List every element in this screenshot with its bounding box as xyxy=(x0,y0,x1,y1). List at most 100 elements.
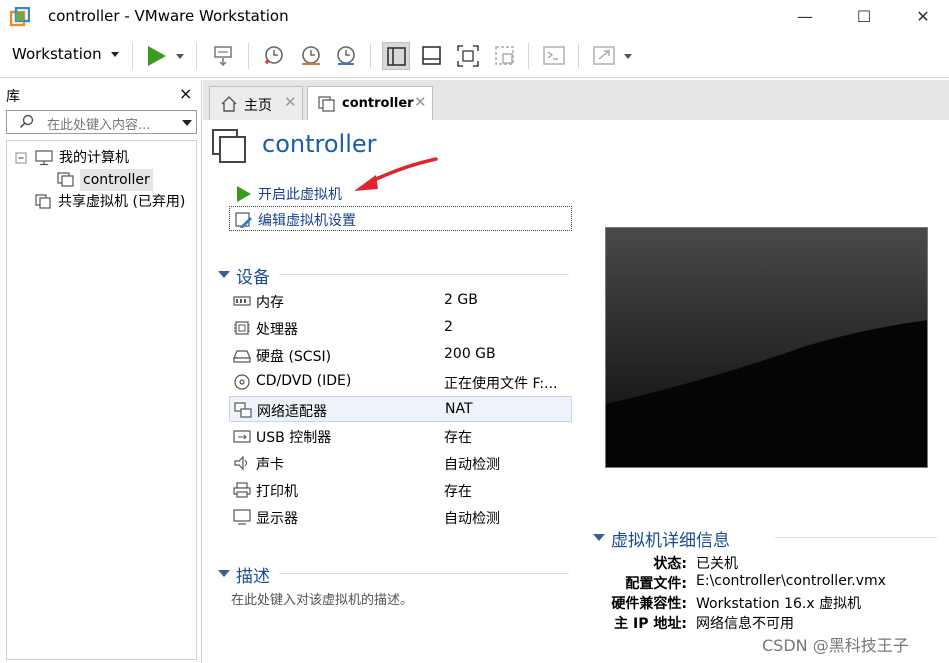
device-name: 声卡 xyxy=(256,457,284,473)
power-on-button[interactable] xyxy=(142,42,170,70)
detail-row-config-file: 配置文件: E:\controller\controller.vmx xyxy=(595,573,935,593)
tree-item-my-computer[interactable]: 我的计算机 xyxy=(15,147,195,169)
collapse-triangle-icon[interactable] xyxy=(218,570,230,577)
annotation-arrow-icon xyxy=(354,157,438,191)
toolbar-divider xyxy=(578,43,579,69)
tree-item-shared-vms[interactable]: 共享虚拟机 (已弃用) xyxy=(35,191,197,213)
device-name: 硬盘 (SCSI) xyxy=(256,349,332,365)
detail-value: 已关机 xyxy=(696,556,738,572)
stretch-icon xyxy=(593,46,615,65)
chevron-down-icon[interactable] xyxy=(182,120,192,126)
vm-icon xyxy=(57,172,74,187)
library-search-input[interactable]: 在此处键入内容... xyxy=(6,110,197,134)
device-name: 显示器 xyxy=(256,511,298,527)
device-name: CD/DVD (IDE) xyxy=(256,373,352,389)
toolbar: Workstation xyxy=(0,34,949,78)
detail-row-hardware-compat: 硬件兼容性: Workstation 16.x 虚拟机 xyxy=(595,593,935,613)
minimize-button[interactable]: — xyxy=(794,6,816,28)
library-close-button[interactable]: × xyxy=(179,84,192,103)
description-placeholder[interactable]: 在此处键入对该虚拟机的描述。 xyxy=(231,589,413,608)
console-icon xyxy=(543,46,565,65)
device-value: 200 GB xyxy=(444,346,496,362)
power-on-label: 开启此虚拟机 xyxy=(258,187,342,203)
section-label: 描述 xyxy=(236,567,270,587)
close-tab-icon[interactable]: ✕ xyxy=(284,93,297,111)
tree-item-label: 共享虚拟机 (已弃用) xyxy=(58,194,186,210)
edit-settings-icon xyxy=(235,212,252,228)
device-row-cd-dvd[interactable]: CD/DVD (IDE) 正在使用文件 F:... xyxy=(229,369,572,395)
chevron-down-icon[interactable] xyxy=(624,54,632,59)
detail-key: 配置文件: xyxy=(625,576,687,592)
tree-item-label: controller xyxy=(80,169,153,191)
window-title: controller - VMware Workstation xyxy=(48,7,289,25)
section-divider xyxy=(279,573,569,574)
collapse-icon[interactable] xyxy=(15,152,27,164)
workstation-menu[interactable]: Workstation xyxy=(12,45,102,63)
detail-row-ip-address: 主 IP 地址: 网络信息不可用 xyxy=(595,613,935,633)
vm-preview-thumbnail[interactable] xyxy=(605,227,928,468)
network-icon xyxy=(234,402,252,418)
printer-icon xyxy=(233,482,251,498)
detail-value: E:\controller\controller.vmx xyxy=(696,573,886,589)
device-value: 存在 xyxy=(444,430,472,446)
play-icon xyxy=(237,186,251,202)
device-row-network[interactable]: 网络适配器 NAT xyxy=(229,396,572,422)
chevron-down-icon[interactable] xyxy=(111,52,119,57)
device-name: 打印机 xyxy=(256,484,298,500)
toolbar-divider xyxy=(370,43,371,69)
collapse-triangle-icon[interactable] xyxy=(593,534,605,541)
console-view-button[interactable] xyxy=(540,42,568,70)
unity-button[interactable] xyxy=(491,42,519,70)
revert-snapshot-button[interactable] xyxy=(297,42,325,70)
unity-icon xyxy=(495,46,514,65)
tree-item-controller[interactable]: controller xyxy=(57,169,197,191)
maximize-button[interactable]: ☐ xyxy=(853,6,875,28)
device-row-hard-disk[interactable]: 硬盘 (SCSI) 200 GB xyxy=(229,342,572,368)
take-snapshot-button[interactable] xyxy=(260,42,288,70)
detail-key: 硬件兼容性: xyxy=(611,596,687,612)
memory-icon xyxy=(233,296,251,306)
vm-summary-panel: controller 开启此虚拟机 编辑虚拟机设置 设备 内存 2 GB 处理器… xyxy=(203,120,949,663)
vm-screen-gloss xyxy=(606,228,927,467)
snapshot-revert-icon xyxy=(302,46,320,65)
vmware-logo-icon xyxy=(10,7,30,27)
send-ctrl-alt-del-button[interactable] xyxy=(210,42,238,70)
show-library-button[interactable] xyxy=(382,42,410,70)
home-icon xyxy=(221,96,237,112)
search-icon xyxy=(19,114,34,129)
sidebar-layout-icon xyxy=(387,47,406,66)
tab-home[interactable]: 主页 ✕ xyxy=(209,86,303,120)
device-value: 正在使用文件 F:... xyxy=(444,376,558,392)
detail-value: Workstation 16.x 虚拟机 xyxy=(696,596,862,612)
device-value: 2 GB xyxy=(444,292,478,308)
vm-large-icon xyxy=(212,129,246,163)
edit-vm-settings-link[interactable]: 编辑虚拟机设置 xyxy=(235,210,415,230)
cd-icon xyxy=(234,374,250,390)
detail-key: 主 IP 地址: xyxy=(614,616,687,632)
chevron-down-icon[interactable] xyxy=(176,54,184,59)
vm-details-section-header[interactable]: 虚拟机详细信息 xyxy=(593,526,793,551)
collapse-triangle-icon[interactable] xyxy=(218,271,230,278)
device-row-usb[interactable]: USB 控制器 存在 xyxy=(229,423,572,449)
show-thumbnail-bar-button[interactable] xyxy=(418,42,446,70)
section-divider xyxy=(279,274,569,275)
vm-icon xyxy=(318,96,335,112)
snapshot-manager-button[interactable] xyxy=(332,42,360,70)
close-button[interactable]: ✕ xyxy=(912,6,934,28)
tab-controller[interactable]: controller ✕ xyxy=(307,86,433,120)
device-name: 内存 xyxy=(256,295,284,311)
device-row-processor[interactable]: 处理器 2 xyxy=(229,315,572,341)
close-tab-icon[interactable]: ✕ xyxy=(414,93,427,111)
toolbar-divider xyxy=(132,43,133,69)
snapshot-clock-icon xyxy=(265,46,283,64)
device-value: NAT xyxy=(445,401,473,417)
toolbar-divider xyxy=(196,43,197,69)
section-label: 设备 xyxy=(236,268,270,288)
search-placeholder: 在此处键入内容... xyxy=(47,118,151,133)
stretch-guest-button[interactable] xyxy=(590,42,618,70)
full-screen-button[interactable] xyxy=(454,42,482,70)
device-row-display[interactable]: 显示器 自动检测 xyxy=(229,504,572,530)
device-row-printer[interactable]: 打印机 存在 xyxy=(229,477,572,503)
device-row-memory[interactable]: 内存 2 GB xyxy=(229,288,572,314)
device-row-sound[interactable]: 声卡 自动检测 xyxy=(229,450,572,476)
